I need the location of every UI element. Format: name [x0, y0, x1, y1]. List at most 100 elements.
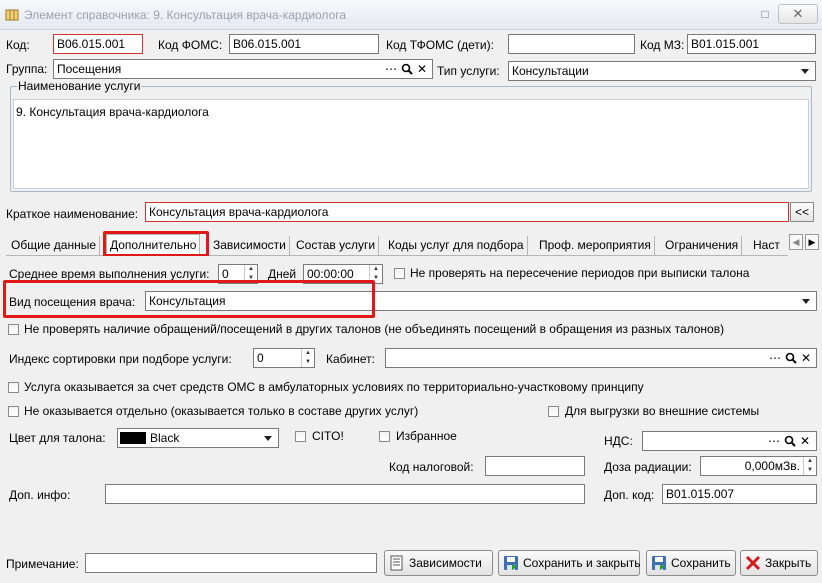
- spinner-arrows-icon[interactable]: ▲ ▼: [301, 349, 314, 367]
- group-field[interactable]: Посещения ⋯ ✕: [53, 59, 433, 79]
- save-button-label: Сохранить: [671, 556, 731, 570]
- close-button[interactable]: Закрыть: [740, 550, 818, 576]
- tab-prof-measures[interactable]: Проф. мероприятия: [536, 236, 655, 255]
- close-window-button[interactable]: ✕: [778, 4, 818, 24]
- foms-code-field[interactable]: B06.015.001: [229, 34, 379, 54]
- title-bar: Элемент справочника: 9. Консультация вра…: [0, 0, 822, 30]
- cito-label: CITO!: [312, 429, 344, 443]
- short-name-label: Краткое наименование:: [6, 207, 139, 221]
- oms-label: Услуга оказывается за счет средств ОМС в…: [24, 380, 644, 394]
- tab-settings[interactable]: Наст: [750, 236, 783, 255]
- ellipsis-icon[interactable]: ⋯: [767, 433, 781, 449]
- color-swatch: [120, 432, 146, 444]
- ticket-color-select[interactable]: Black: [117, 428, 279, 448]
- tab-dependencies[interactable]: Зависимости: [210, 236, 290, 255]
- service-type-label: Тип услуги:: [437, 64, 500, 78]
- tab-panel-additional: Среднее время выполнения услуги: 0 ▲ ▼ Дн…: [0, 256, 822, 546]
- app-icon: [5, 9, 19, 21]
- maximize-icon[interactable]: □: [758, 6, 772, 24]
- extra-code-field[interactable]: B01.015.007: [662, 484, 817, 504]
- not-separate-checkbox[interactable]: [8, 406, 19, 417]
- mz-code-field[interactable]: B01.015.001: [687, 34, 816, 54]
- save-close-icon: [504, 556, 518, 570]
- group-label: Группа:: [6, 62, 48, 76]
- tfoms-code-label: Код ТФОМС (дети):: [386, 38, 494, 52]
- ellipsis-icon[interactable]: ⋯: [384, 61, 398, 77]
- cabinet-field[interactable]: ⋯ ✕: [385, 348, 817, 368]
- avg-time-value: 00:00:00: [307, 267, 354, 281]
- tax-code-label: Код налоговой:: [389, 460, 474, 474]
- foms-code-label: Код ФОМС:: [158, 38, 223, 52]
- radiation-label: Доза радиации:: [604, 460, 692, 474]
- chevron-down-icon: [802, 299, 810, 304]
- code-field[interactable]: B06.015.001: [53, 34, 143, 54]
- tax-code-field[interactable]: [485, 456, 585, 476]
- close-red-icon: [745, 555, 761, 571]
- close-icon: ✕: [792, 6, 804, 21]
- dependencies-button[interactable]: Зависимости: [384, 550, 493, 576]
- service-name-group: Наименование услуги 9. Консультация врач…: [10, 79, 812, 192]
- service-name-text: 9. Консультация врача-кардиолога: [16, 105, 209, 119]
- sort-index-label: Индекс сортировки при подборе услуги:: [9, 352, 232, 366]
- save-button[interactable]: Сохранить: [646, 550, 736, 576]
- no-check-visits-label: Не проверять наличие обращений/посещений…: [24, 322, 725, 336]
- service-type-select[interactable]: Консультации: [508, 61, 816, 81]
- vat-field[interactable]: ⋯ ✕: [642, 431, 817, 451]
- oms-checkbox[interactable]: [8, 382, 19, 393]
- search-icon[interactable]: [783, 433, 797, 449]
- search-icon[interactable]: [784, 350, 798, 366]
- save-and-close-button-label: Сохранить и закрыть: [523, 556, 641, 570]
- dependencies-button-label: Зависимости: [409, 556, 482, 570]
- days-label: Дней: [268, 267, 297, 281]
- ticket-color-label: Цвет для талона:: [9, 431, 106, 445]
- tab-scroll-right-icon[interactable]: ▶: [805, 234, 819, 250]
- chevron-down-icon: [264, 436, 272, 441]
- clear-icon[interactable]: ✕: [415, 61, 429, 77]
- short-name-field[interactable]: Консультация врача-кардиолога: [145, 202, 789, 222]
- window-title: Элемент справочника: 9. Консультация вра…: [24, 8, 347, 22]
- spinner-arrows-icon[interactable]: ▲ ▼: [803, 457, 816, 475]
- extra-info-label: Доп. инфо:: [9, 488, 71, 502]
- radiation-spinner[interactable]: 0,000мЗв. ▲ ▼: [700, 456, 817, 476]
- tab-scroll-left-icon[interactable]: ◀: [789, 234, 803, 250]
- chevron-down-icon: [801, 69, 809, 74]
- service-type-value: Консультации: [512, 64, 589, 78]
- extra-code-label: Доп. код:: [604, 488, 655, 502]
- favorite-checkbox[interactable]: [379, 431, 390, 442]
- document-icon: [390, 555, 403, 571]
- favorite-label: Избранное: [396, 429, 457, 443]
- clear-icon[interactable]: ✕: [798, 433, 812, 449]
- ticket-color-value: Black: [150, 431, 180, 445]
- cabinet-label: Кабинет:: [326, 352, 375, 366]
- copy-name-button[interactable]: <<: [790, 202, 814, 222]
- avg-days-value: 0: [222, 267, 229, 281]
- sort-index-spinner[interactable]: 0 ▲ ▼: [253, 348, 315, 368]
- no-check-periods-checkbox[interactable]: [394, 268, 405, 279]
- no-check-periods-label: Не проверять на пересечение периодов при…: [410, 266, 750, 280]
- note-label: Примечание:: [6, 557, 79, 571]
- clear-icon[interactable]: ✕: [799, 350, 813, 366]
- tab-selection-codes[interactable]: Коды услуг для подбора: [385, 236, 528, 255]
- not-separate-label: Не оказывается отдельно (оказывается тол…: [24, 404, 419, 418]
- tab-general[interactable]: Общие данные: [8, 236, 101, 255]
- search-icon[interactable]: [400, 61, 414, 77]
- no-check-visits-checkbox[interactable]: [8, 324, 19, 335]
- mz-code-label: Код МЗ:: [640, 38, 685, 52]
- visit-type-highlight: [3, 280, 375, 318]
- ellipsis-icon[interactable]: ⋯: [768, 350, 782, 366]
- save-and-close-button[interactable]: Сохранить и закрыть: [498, 550, 640, 576]
- vat-label: НДС:: [604, 434, 633, 448]
- group-value: Посещения: [57, 62, 122, 76]
- tab-highlight: [103, 231, 209, 257]
- tab-restrictions[interactable]: Ограничения: [662, 236, 743, 255]
- close-button-label: Закрыть: [765, 556, 812, 570]
- cito-checkbox[interactable]: [295, 431, 306, 442]
- tab-service-composition[interactable]: Состав услуги: [293, 236, 380, 255]
- sort-index-value: 0: [257, 351, 264, 365]
- extra-info-field[interactable]: [105, 484, 585, 504]
- tfoms-code-field[interactable]: [508, 34, 635, 54]
- service-name-legend: Наименование услуги: [17, 79, 142, 93]
- service-name-textarea[interactable]: 9. Консультация врача-кардиолога: [13, 99, 809, 189]
- export-checkbox[interactable]: [548, 406, 559, 417]
- note-field[interactable]: [85, 553, 377, 573]
